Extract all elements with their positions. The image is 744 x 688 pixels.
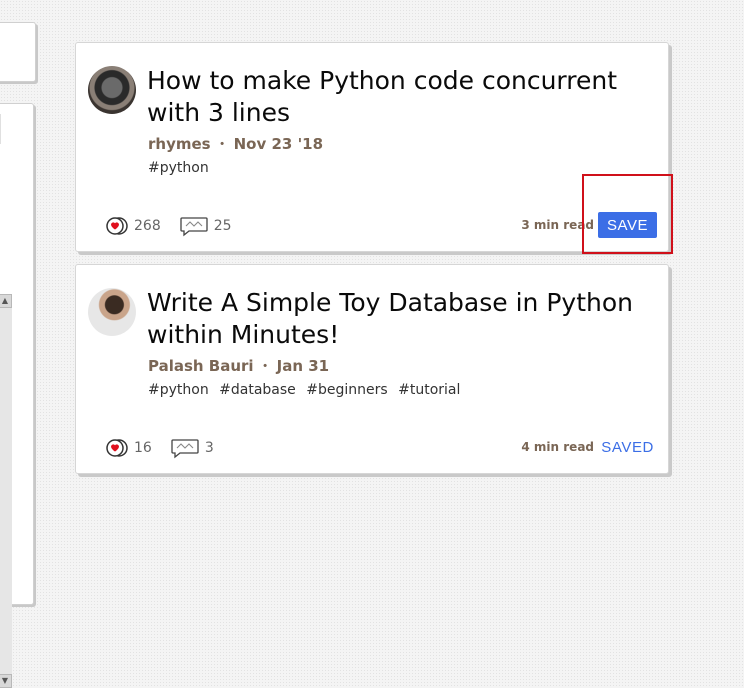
article-meta: rhymes ・ Nov 23 '18 (148, 133, 323, 154)
author-avatar[interactable] (88, 66, 136, 114)
tag-link[interactable]: #python (148, 160, 209, 176)
meta-separator: ・ (257, 357, 273, 375)
author-avatar[interactable] (88, 288, 136, 336)
author-name[interactable]: rhymes (148, 135, 211, 153)
article-title[interactable]: Write A Simple Toy Database in Python wi… (147, 287, 647, 351)
author-name[interactable]: Palash Bauri (148, 357, 254, 375)
panel-edge (0, 114, 1, 144)
comment-icon[interactable] (170, 437, 200, 459)
article-title[interactable]: How to make Python code concurrent with … (147, 65, 647, 129)
tag-list: #python #database #beginners #tutorial (148, 382, 466, 398)
article-meta: Palash Bauri ・ Jan 31 (148, 355, 329, 376)
tag-link[interactable]: #python (148, 382, 209, 398)
publish-date: Jan 31 (276, 357, 330, 375)
tag-link[interactable]: #tutorial (398, 382, 460, 398)
comment-count: 3 (204, 440, 214, 456)
scroll-down-arrow-icon[interactable]: ▼ (0, 674, 12, 688)
tag-link[interactable]: #database (219, 382, 296, 398)
heart-reactions-icon[interactable] (102, 438, 128, 458)
highlight-box (582, 174, 673, 254)
left-sidebar-panel: ▲ ▼ (0, 103, 34, 688)
reaction-count: 16 (134, 440, 152, 456)
engagement-bar: 268 25 (102, 215, 232, 237)
tag-link[interactable]: #beginners (306, 382, 387, 398)
engagement-bar: 16 3 (102, 437, 214, 459)
heart-reactions-icon[interactable] (102, 216, 128, 236)
meta-separator: ・ (214, 135, 230, 153)
article-card[interactable]: Write A Simple Toy Database in Python wi… (75, 264, 669, 474)
read-time: 4 min read (521, 440, 594, 454)
comment-icon[interactable] (179, 215, 209, 237)
scroll-up-arrow-icon[interactable]: ▲ (0, 294, 12, 308)
comment-count: 25 (213, 218, 232, 234)
left-panel-top (0, 22, 36, 82)
tag-list: #python (148, 160, 215, 176)
reaction-count: 268 (134, 218, 161, 234)
saved-button[interactable]: SAVED (601, 436, 654, 458)
publish-date: Nov 23 '18 (233, 135, 324, 153)
sidebar-scrollbar[interactable]: ▲ ▼ (0, 294, 12, 688)
article-card[interactable]: How to make Python code concurrent with … (75, 42, 669, 252)
